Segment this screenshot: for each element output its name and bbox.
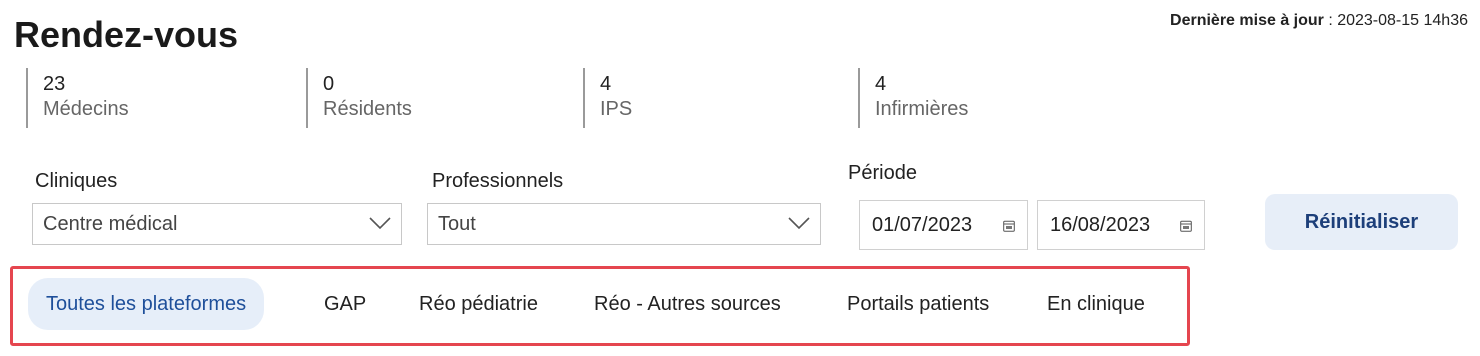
date-start-value: 01/07/2023 <box>872 213 973 236</box>
cliniques-value: Centre médical <box>43 212 178 235</box>
stat-value: 4 <box>600 73 612 95</box>
page-title: Rendez-vous <box>14 14 239 55</box>
tab-reo-autres-sources[interactable]: Réo - Autres sources <box>594 278 781 330</box>
tab-toutes-les-plateformes[interactable]: Toutes les plateformes <box>28 278 265 330</box>
cliniques-dropdown[interactable]: Centre médical <box>32 203 402 245</box>
date-end-value: 16/08/2023 <box>1050 213 1151 236</box>
tab-portails-patients[interactable]: Portails patients <box>847 278 989 330</box>
stat-label: Médecins <box>43 98 129 120</box>
chevron-down-icon <box>369 217 391 230</box>
professionnels-label: Professionnels <box>432 170 564 192</box>
stat-residents: 0 Résidents <box>306 68 412 128</box>
last-update: Dernière mise à jour : 2023-08-15 14h36 <box>1170 12 1468 30</box>
calendar-icon[interactable] <box>1180 220 1192 232</box>
stat-ips: 4 IPS <box>583 68 632 128</box>
stat-value: 23 <box>43 73 66 95</box>
professionnels-dropdown[interactable]: Tout <box>427 203 821 245</box>
stat-value: 0 <box>323 73 335 95</box>
stat-medecins: 23 Médecins <box>26 68 129 128</box>
stat-label: Résidents <box>323 98 412 120</box>
stat-label: IPS <box>600 98 633 120</box>
cliniques-label: Cliniques <box>35 170 118 192</box>
periode-label: Période <box>848 162 917 184</box>
last-update-value: : 2023-08-15 14h36 <box>1323 12 1468 29</box>
stat-infirmieres: 4 Infirmières <box>858 68 968 128</box>
tab-reo-pediatrie[interactable]: Réo pédiatrie <box>419 278 538 330</box>
last-update-label: Dernière mise à jour <box>1170 12 1324 29</box>
professionnels-value: Tout <box>438 212 476 235</box>
chevron-down-icon <box>788 217 810 230</box>
calendar-icon[interactable] <box>1003 220 1015 232</box>
reset-button[interactable]: Réinitialiser <box>1265 194 1458 250</box>
tab-gap[interactable]: GAP <box>324 278 366 330</box>
date-end-input[interactable]: 16/08/2023 <box>1037 200 1205 250</box>
stat-label: Infirmières <box>875 98 969 120</box>
stat-value: 4 <box>875 73 887 95</box>
date-start-input[interactable]: 01/07/2023 <box>859 200 1028 250</box>
tab-en-clinique[interactable]: En clinique <box>1047 278 1145 330</box>
